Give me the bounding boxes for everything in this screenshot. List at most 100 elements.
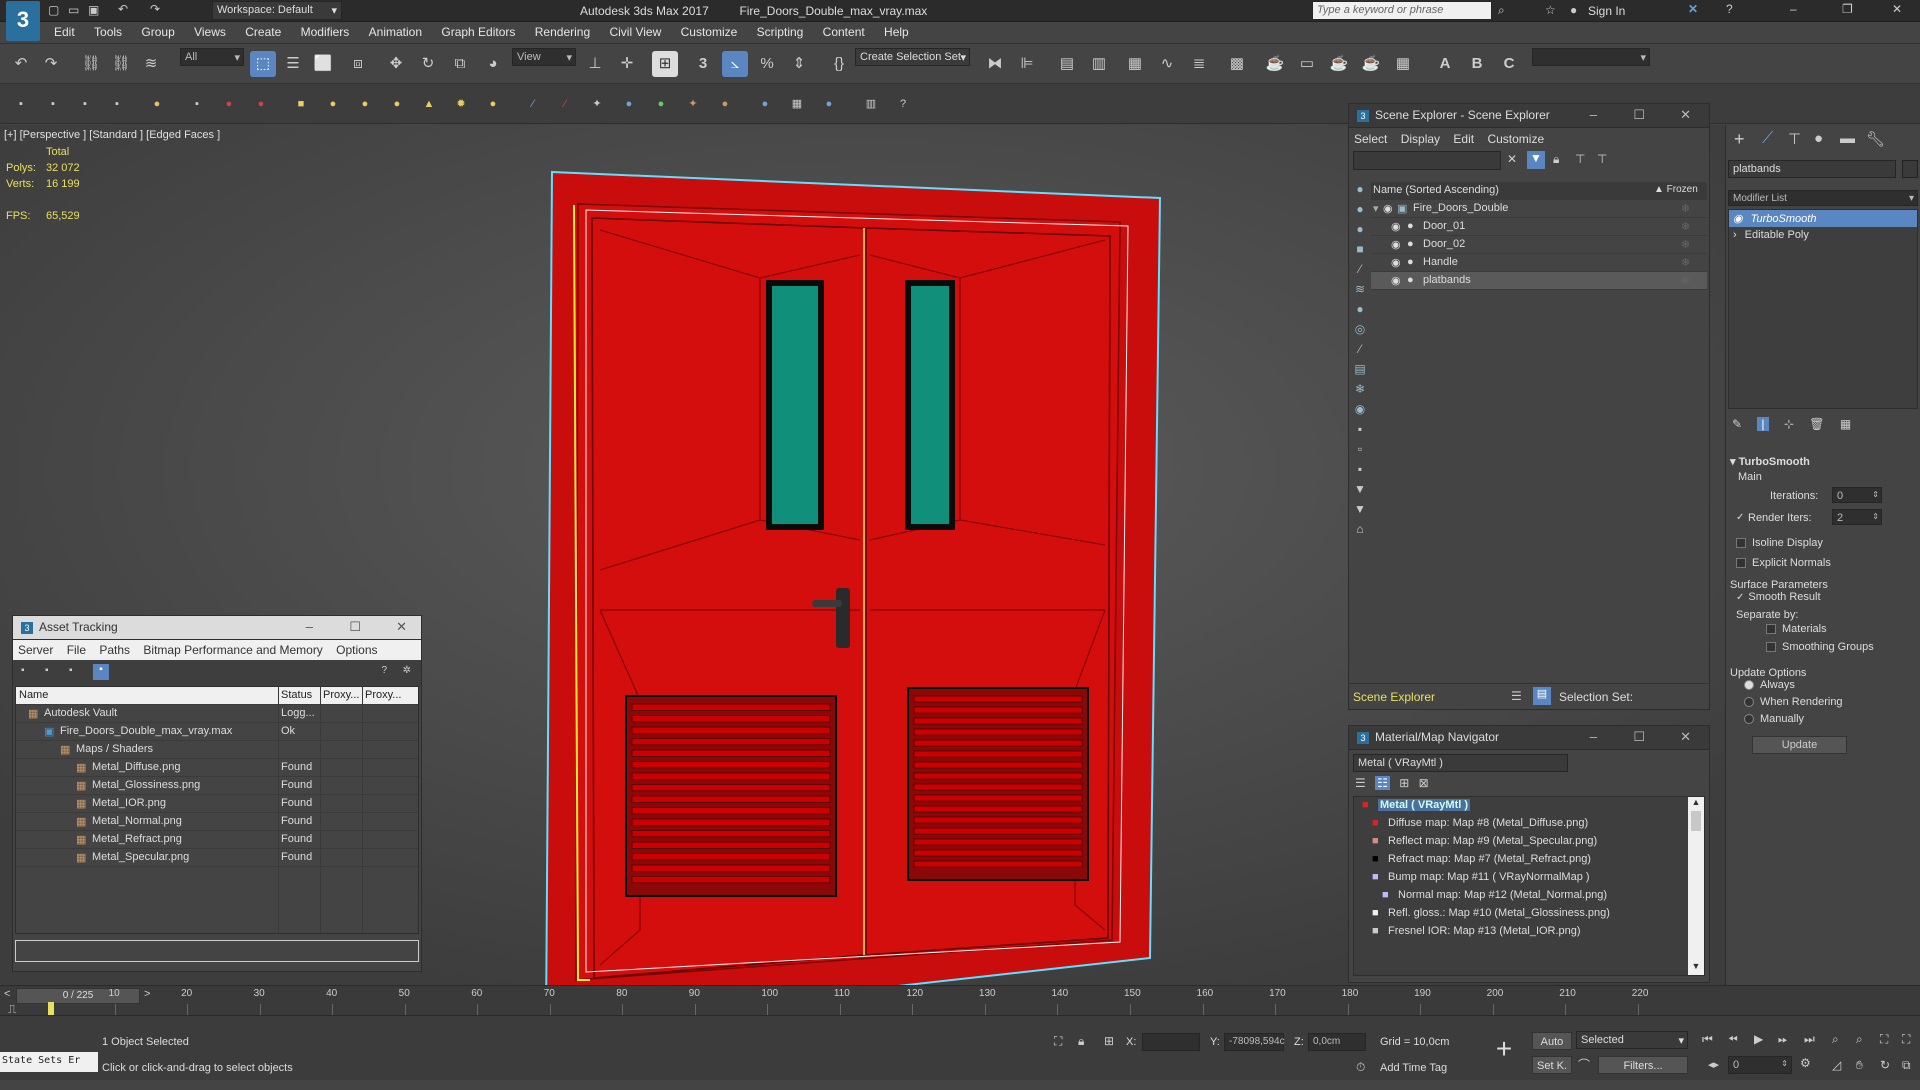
utilities-tab-icon[interactable]: 🔧︎	[1866, 130, 1885, 148]
modifier-item[interactable]: › Editable Poly	[1729, 227, 1917, 244]
select-by-name-icon[interactable]: ☰	[280, 51, 306, 77]
text-c-icon[interactable]: C	[1496, 51, 1522, 77]
map-item[interactable]: ■ Bump map: Map #11 ( VRayNormalMap )	[1354, 869, 1704, 887]
toolbar-extra-dropdown[interactable]: ▾	[1532, 48, 1650, 66]
absolute-mode-icon[interactable]: ⊞	[1104, 1034, 1114, 1048]
display-helpers-icon[interactable]: ⁄	[1351, 262, 1369, 282]
next-key-icon[interactable]: ⏩︎	[1778, 1032, 1788, 1047]
y-coordinate-field[interactable]: -78098,594c	[1224, 1033, 1285, 1051]
rendered-frame-icon[interactable]: ▭	[1294, 51, 1320, 77]
play-icon[interactable]: ▶	[1754, 1032, 1763, 1046]
material-navigator-titlebar[interactable]: 3 Material/Map Navigator – ☐ ✕	[1349, 726, 1709, 750]
map-item[interactable]: ■ Normal map: Map #12 (Metal_Normal.png)	[1354, 887, 1704, 905]
light-5-icon[interactable]: ▲	[416, 91, 442, 117]
pin-stack-icon[interactable]: ✎	[1732, 417, 1742, 431]
display-none-icon[interactable]: ▫	[1351, 442, 1369, 462]
tool-10-icon[interactable]: ⁄	[552, 91, 578, 117]
place-icon[interactable]: ◕	[480, 51, 506, 77]
refresh-icon[interactable]: ▪	[21, 665, 25, 676]
scroll-up-icon[interactable]: ▲	[1688, 797, 1704, 811]
close-window-icon[interactable]: ✕	[1892, 2, 1902, 16]
tool-3-icon[interactable]: ▪	[72, 91, 98, 117]
tool-4-icon[interactable]: ▪	[104, 91, 130, 117]
eye-icon[interactable]: ◉	[1733, 213, 1743, 225]
layer-explorer-icon[interactable]: ▤	[1054, 51, 1080, 77]
modifier-list-dropdown[interactable]: Modifier List ▾	[1728, 190, 1918, 206]
menu-rendering[interactable]: Rendering	[527, 22, 598, 42]
eye-icon[interactable]: ◉	[1391, 274, 1401, 287]
asset-path-field[interactable]	[15, 940, 419, 962]
render-iters-checkbox[interactable]: ✓	[1736, 512, 1744, 523]
timeline[interactable]: < 0 / 225 > ⎍ 10 20 30 40 50 60 70 80 90 100 110 12…	[0, 985, 1920, 1018]
tool-2-icon[interactable]: ▪	[40, 91, 66, 117]
eye-icon[interactable]: ◉	[1383, 202, 1393, 215]
table-row[interactable]: ▦ Metal_Refract.png Found	[16, 831, 418, 849]
align-icon[interactable]: ⊫	[1014, 51, 1040, 77]
col-proxy-1[interactable]: Proxy...	[323, 689, 359, 701]
se-menu-edit[interactable]: Edit	[1448, 130, 1479, 148]
render-iters-spinner[interactable]: 2 ⇕	[1832, 509, 1882, 525]
hierarchy-icon[interactable]: ⊤	[1575, 152, 1585, 166]
current-frame-field[interactable]: 0 ⇕	[1728, 1056, 1792, 1074]
scene-search-input[interactable]	[1353, 151, 1501, 170]
close-icon[interactable]: ✕	[396, 619, 407, 635]
asset-menu-bitmap[interactable]: Bitmap Performance and Memory	[138, 641, 327, 659]
filter-icon[interactable]: ▼	[1527, 151, 1545, 169]
render-iterative-icon[interactable]: ☕	[1358, 51, 1384, 77]
display-geometry-icon[interactable]: ●	[1351, 182, 1369, 202]
display-shapes-icon[interactable]: ●	[1351, 202, 1369, 222]
tool-7-icon[interactable]: ●	[216, 91, 242, 117]
light-6-icon[interactable]: ●	[480, 91, 506, 117]
object-name-field[interactable]: platbands	[1728, 160, 1896, 178]
text-a-icon[interactable]: A	[1432, 51, 1458, 77]
freeze-icon[interactable]: ❄	[1681, 256, 1690, 269]
mirror-icon[interactable]: ⧓	[982, 51, 1008, 77]
key-mode-dropdown[interactable]: Selected ▾	[1576, 1031, 1688, 1049]
menu-content[interactable]: Content	[815, 22, 873, 42]
menu-views[interactable]: Views	[186, 22, 234, 42]
workspace-dropdown[interactable]: Workspace: Default ▾	[212, 1, 342, 20]
bind-space-warp-icon[interactable]: ≋	[138, 51, 164, 77]
menu-civil-view[interactable]: Civil View	[601, 22, 669, 42]
auto-key-button[interactable]: Auto	[1532, 1032, 1572, 1050]
scale-icon[interactable]: ⧉	[447, 51, 473, 77]
unlink-icon[interactable]: ⛓	[108, 51, 134, 77]
prev-key-icon[interactable]: ⏪︎	[1728, 1032, 1738, 1047]
set-key-button[interactable]: Set K.	[1532, 1056, 1572, 1074]
maximize-icon[interactable]: ☐	[1633, 107, 1645, 123]
restore-window-icon[interactable]: ❐	[1842, 2, 1853, 16]
zoom-icon[interactable]: ⌕	[1832, 1032, 1839, 1047]
light-4-icon[interactable]: ●	[384, 91, 410, 117]
modify-tab-icon[interactable]: ⟋	[1762, 130, 1773, 148]
selection-filter-dropdown[interactable]: All ▾	[180, 48, 244, 66]
add-time-tag[interactable]: Add Time Tag	[1380, 1062, 1447, 1074]
display-hidden-icon[interactable]: ◉	[1351, 402, 1369, 422]
menu-help[interactable]: Help	[876, 22, 917, 42]
snaps-toggle-icon[interactable]: 3	[690, 51, 716, 77]
angle-snap-icon[interactable]: ⦣	[722, 51, 748, 77]
window-crossing-icon[interactable]: ⧈	[345, 51, 371, 77]
display-containers-icon[interactable]: ▤	[1351, 362, 1369, 382]
app-logo[interactable]: 3	[6, 1, 40, 41]
scroll-thumb[interactable]	[1691, 811, 1701, 831]
material-tree-scrollbar[interactable]: ▲ ▼	[1688, 797, 1704, 975]
time-tag-icon[interactable]: ⏱	[1356, 1060, 1365, 1075]
explorer-name-dropdown[interactable]: Scene Explorer	[1353, 690, 1435, 704]
percent-snap-icon[interactable]: %	[754, 51, 780, 77]
hierarchy-tab-icon[interactable]: ⊤	[1788, 130, 1801, 148]
manually-radio[interactable]	[1744, 714, 1754, 725]
isoline-checkbox[interactable]	[1736, 538, 1746, 549]
scene-col-name[interactable]: Name (Sorted Ascending)	[1373, 184, 1499, 196]
minimize-window-icon[interactable]: –	[1790, 2, 1797, 16]
scene-item[interactable]: ◉ ● Handle ❄	[1371, 254, 1707, 272]
material-root[interactable]: ■ Metal ( VRayMtl )	[1354, 797, 1704, 815]
lock-icon[interactable]: 🔒︎	[1553, 152, 1559, 167]
eye-icon[interactable]: ◉	[1391, 238, 1401, 251]
undo-icon[interactable]: ↶	[118, 2, 128, 16]
table-row[interactable]: ▦ Metal_Glossiness.png Found	[16, 777, 418, 795]
menu-graph-editors[interactable]: Graph Editors	[433, 22, 523, 42]
redo-icon[interactable]: ↷	[150, 2, 160, 16]
settings-icon[interactable]: ✲	[403, 665, 411, 676]
materials-checkbox[interactable]	[1766, 624, 1776, 635]
smoothing-groups-checkbox[interactable]	[1766, 642, 1776, 653]
